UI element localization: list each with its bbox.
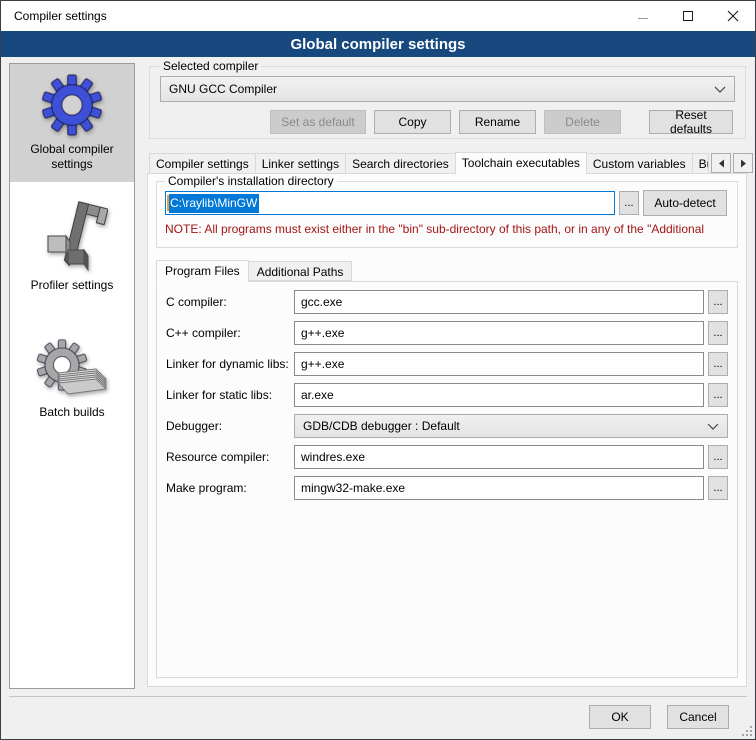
- installation-directory-row: C:\raylib\MinGW ... Auto-detect: [165, 190, 729, 216]
- sidebar-item-label: Batch builds: [39, 405, 104, 420]
- sidebar-item-profiler-settings[interactable]: Profiler settings: [10, 190, 134, 303]
- c-compiler-browse-button[interactable]: ...: [708, 290, 728, 314]
- install-dir-selected-text: C:\raylib\MinGW: [169, 194, 259, 213]
- tab-additional-paths[interactable]: Additional Paths: [248, 261, 353, 281]
- cancel-button[interactable]: Cancel: [667, 705, 729, 729]
- tab-search-directories[interactable]: Search directories: [345, 153, 456, 174]
- toolchain-executables-page: Compiler's installation directory C:\ray…: [147, 173, 747, 687]
- maximize-icon: [682, 10, 694, 22]
- blue-gear-icon: [41, 74, 103, 136]
- compiler-settings-dialog: Compiler settings Global compiler settin…: [0, 0, 756, 740]
- chevron-down-icon: [714, 86, 726, 93]
- make-program-input[interactable]: [294, 476, 704, 500]
- sidebar-item-label: Profiler settings: [31, 278, 114, 293]
- title-bar: Compiler settings: [1, 1, 755, 31]
- form-row-make-program: Make program: ...: [166, 476, 728, 500]
- field-label: Make program:: [166, 481, 294, 495]
- tab-custom-variables[interactable]: Custom variables: [586, 153, 693, 174]
- debugger-select-value: GDB/CDB debugger : Default: [303, 419, 460, 433]
- compiler-select[interactable]: GNU GCC Compiler: [160, 76, 735, 102]
- linker-static-input[interactable]: [294, 383, 704, 407]
- tab-scroll-left-button[interactable]: [711, 153, 731, 173]
- copy-button[interactable]: Copy: [374, 110, 451, 134]
- form-row-c-compiler: C compiler: ...: [166, 290, 728, 314]
- reset-defaults-button[interactable]: Reset defaults: [649, 110, 733, 134]
- make-program-browse-button[interactable]: ...: [708, 476, 728, 500]
- maximize-button[interactable]: [665, 1, 710, 31]
- selected-compiler-group: Selected compiler GNU GCC Compiler Set a…: [149, 59, 746, 139]
- program-files-page: C compiler: ... C++ compiler: ... Linker…: [156, 281, 738, 678]
- installation-directory-group: Compiler's installation directory C:\ray…: [156, 174, 738, 248]
- tab-scroll-right-button[interactable]: [733, 153, 753, 173]
- field-label: Linker for dynamic libs:: [166, 357, 294, 371]
- window-title: Compiler settings: [1, 9, 107, 23]
- selected-compiler-group-label: Selected compiler: [160, 59, 261, 73]
- sidebar-item-label: Global compiler settings: [12, 142, 132, 172]
- form-row-linker-static: Linker for static libs: ...: [166, 383, 728, 407]
- form-row-cpp-compiler: C++ compiler: ...: [166, 321, 728, 345]
- gear-stack-icon: [34, 339, 110, 399]
- dialog-banner: Global compiler settings: [1, 31, 755, 57]
- compiler-select-value: GNU GCC Compiler: [169, 82, 277, 96]
- compiler-settings-tabs: Compiler settings Linker settings Search…: [149, 151, 753, 174]
- tab-scroll-left-icon: [718, 159, 725, 168]
- dialog-body: Global compiler settings: [1, 57, 755, 739]
- resource-compiler-input[interactable]: [294, 445, 704, 469]
- cpp-compiler-input[interactable]: [294, 321, 704, 345]
- sidebar-item-batch-builds[interactable]: Batch builds: [10, 329, 134, 430]
- settings-category-list: Global compiler settings: [9, 63, 135, 689]
- tab-linker-settings[interactable]: Linker settings: [255, 153, 346, 174]
- tab-compiler-settings[interactable]: Compiler settings: [149, 153, 256, 174]
- resource-compiler-browse-button[interactable]: ...: [708, 445, 728, 469]
- minimize-icon: [637, 10, 649, 22]
- program-files-tabs: Program Files Additional Paths: [156, 259, 352, 281]
- tab-scroll-buttons: [709, 153, 753, 173]
- linker-dynamic-browse-button[interactable]: ...: [708, 352, 728, 376]
- tab-toolchain-executables[interactable]: Toolchain executables: [455, 152, 587, 175]
- bin-subdirectory-note: NOTE: All programs must exist either in …: [165, 222, 729, 236]
- chevron-down-icon: [707, 423, 719, 430]
- banner-title: Global compiler settings: [290, 36, 465, 53]
- minimize-button[interactable]: [620, 1, 665, 31]
- set-as-default-button[interactable]: Set as default: [270, 110, 366, 134]
- install-dir-browse-button[interactable]: ...: [619, 191, 639, 215]
- tab-program-files[interactable]: Program Files: [156, 260, 249, 282]
- form-row-debugger: Debugger: GDB/CDB debugger : Default: [166, 414, 728, 438]
- auto-detect-button[interactable]: Auto-detect: [643, 190, 727, 216]
- resize-grip[interactable]: [742, 726, 752, 736]
- close-icon: [727, 10, 739, 22]
- field-label: C compiler:: [166, 295, 294, 309]
- compiler-actions: Set as default Copy Rename Delete Reset …: [160, 110, 735, 134]
- delete-button[interactable]: Delete: [544, 110, 621, 134]
- linker-static-browse-button[interactable]: ...: [708, 383, 728, 407]
- field-label: C++ compiler:: [166, 326, 294, 340]
- installation-directory-group-label: Compiler's installation directory: [165, 174, 337, 188]
- rename-button[interactable]: Rename: [459, 110, 536, 134]
- field-label: Linker for static libs:: [166, 388, 294, 402]
- caption-buttons: [620, 1, 755, 31]
- footer-divider: [9, 696, 747, 697]
- linker-dynamic-input[interactable]: [294, 352, 704, 376]
- debugger-select[interactable]: GDB/CDB debugger : Default: [294, 414, 728, 438]
- field-label: Resource compiler:: [166, 450, 294, 464]
- tab-build-options[interactable]: Build options: [692, 153, 709, 174]
- cpp-compiler-browse-button[interactable]: ...: [708, 321, 728, 345]
- field-label: Debugger:: [166, 419, 294, 433]
- sidebar-item-global-compiler-settings[interactable]: Global compiler settings: [10, 64, 134, 182]
- form-row-resource-compiler: Resource compiler: ...: [166, 445, 728, 469]
- close-button[interactable]: [710, 1, 755, 31]
- form-row-linker-dynamic: Linker for dynamic libs: ...: [166, 352, 728, 376]
- c-compiler-input[interactable]: [294, 290, 704, 314]
- tab-scroll-right-icon: [740, 159, 747, 168]
- caliper-icon: [36, 200, 108, 272]
- ok-button[interactable]: OK: [589, 705, 651, 729]
- install-dir-input[interactable]: C:\raylib\MinGW: [165, 191, 615, 215]
